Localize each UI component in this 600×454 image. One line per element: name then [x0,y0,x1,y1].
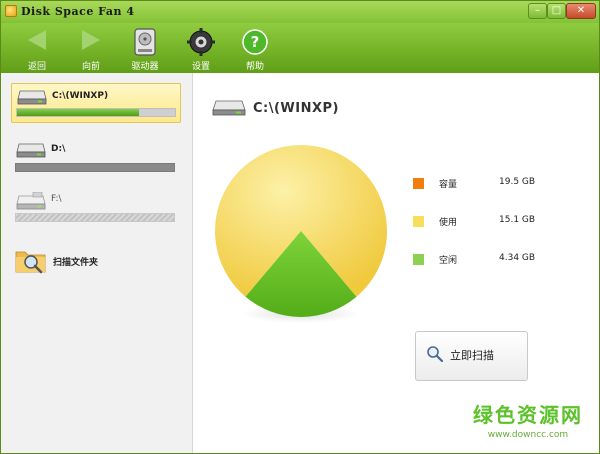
app-window: Disk Space Fan 4 – □ ✕ 返回 向前 驱动器 设置 ? 帮助… [0,0,600,454]
drive-usage-bar [16,108,176,117]
legend-label: 空闲 [439,256,458,266]
scan-now-button[interactable]: 立即扫描 [415,331,528,381]
drive-item-f[interactable]: F:\ [11,187,181,227]
app-icon [5,5,17,17]
gear-icon [187,28,215,56]
back-button[interactable]: 返回 [15,23,59,73]
legend-value: 19.5 GB [499,177,536,187]
watermark-text: 绿色资源网 [473,403,583,427]
drive-item-d[interactable]: D:\ [11,137,181,177]
drives-label: 驱动器 [131,62,159,72]
settings-button[interactable]: 设置 [179,23,223,73]
title-bar[interactable]: Disk Space Fan 4 – □ ✕ [1,1,599,23]
toolbar: 返回 向前 驱动器 设置 ? 帮助 [1,23,599,73]
watermark: 绿色资源网 www.downcc.com [463,399,593,440]
maximize-button[interactable]: □ [547,3,566,19]
minimize-button[interactable]: – [528,3,547,19]
settings-label: 设置 [191,62,210,72]
forward-button[interactable]: 向前 [69,23,113,73]
back-label: 返回 [27,62,46,72]
legend-item-free: 空闲 4.34 GB [413,253,563,267]
drive-title: C:\(WINXP) [253,101,339,116]
hard-drive-icon [212,100,246,116]
drive-usage-bar [15,213,175,222]
legend-value: 4.34 GB [499,253,536,263]
watermark-url: www.downcc.com [487,430,569,440]
drive-name: F:\ [51,194,62,204]
legend-swatch [413,216,424,227]
legend-value: 15.1 GB [499,215,536,225]
drive-usage-fill [17,109,139,116]
scan-folder-button[interactable]: 扫描文件夹 [15,246,185,276]
sidebar: C:\(WINXP) D:\ F:\ 扫描文件夹 [1,73,193,453]
arrow-right-icon [82,30,100,50]
help-button[interactable]: ? 帮助 [233,23,277,73]
legend-swatch [413,254,424,265]
close-button[interactable]: ✕ [566,3,596,19]
scan-folder-label: 扫描文件夹 [53,258,99,268]
arrow-left-icon [28,30,46,50]
legend-item-capacity: 容量 19.5 GB [413,177,563,191]
hard-drive-icon [134,28,156,56]
drive-name: C:\(WINXP) [52,91,109,101]
legend-item-used: 使用 15.1 GB [413,215,563,229]
help-icon: ? [242,29,268,55]
legend-label: 使用 [439,218,458,228]
drive-name: D:\ [51,144,66,154]
main-panel: C:\(WINXP) 容量 19.5 GB 使用 15.1 GB 空闲 4.34… [193,73,599,453]
search-icon [427,346,444,363]
scan-now-label: 立即扫描 [450,349,494,362]
svg-text:?: ? [251,33,260,51]
help-label: 帮助 [245,62,264,72]
window-title: Disk Space Fan 4 [21,5,135,18]
disk-usage-pie-chart [215,144,387,317]
drive-usage-bar [15,163,175,172]
legend-label: 容量 [439,180,458,190]
drive-item-c[interactable]: C:\(WINXP) [11,83,181,123]
forward-label: 向前 [81,62,100,72]
legend-swatch [413,178,424,189]
drives-button[interactable]: 驱动器 [123,23,167,73]
folder-search-icon [15,251,46,274]
removable-drive-icon [16,192,46,210]
hard-drive-icon [17,90,47,105]
hard-drive-icon [16,143,46,158]
